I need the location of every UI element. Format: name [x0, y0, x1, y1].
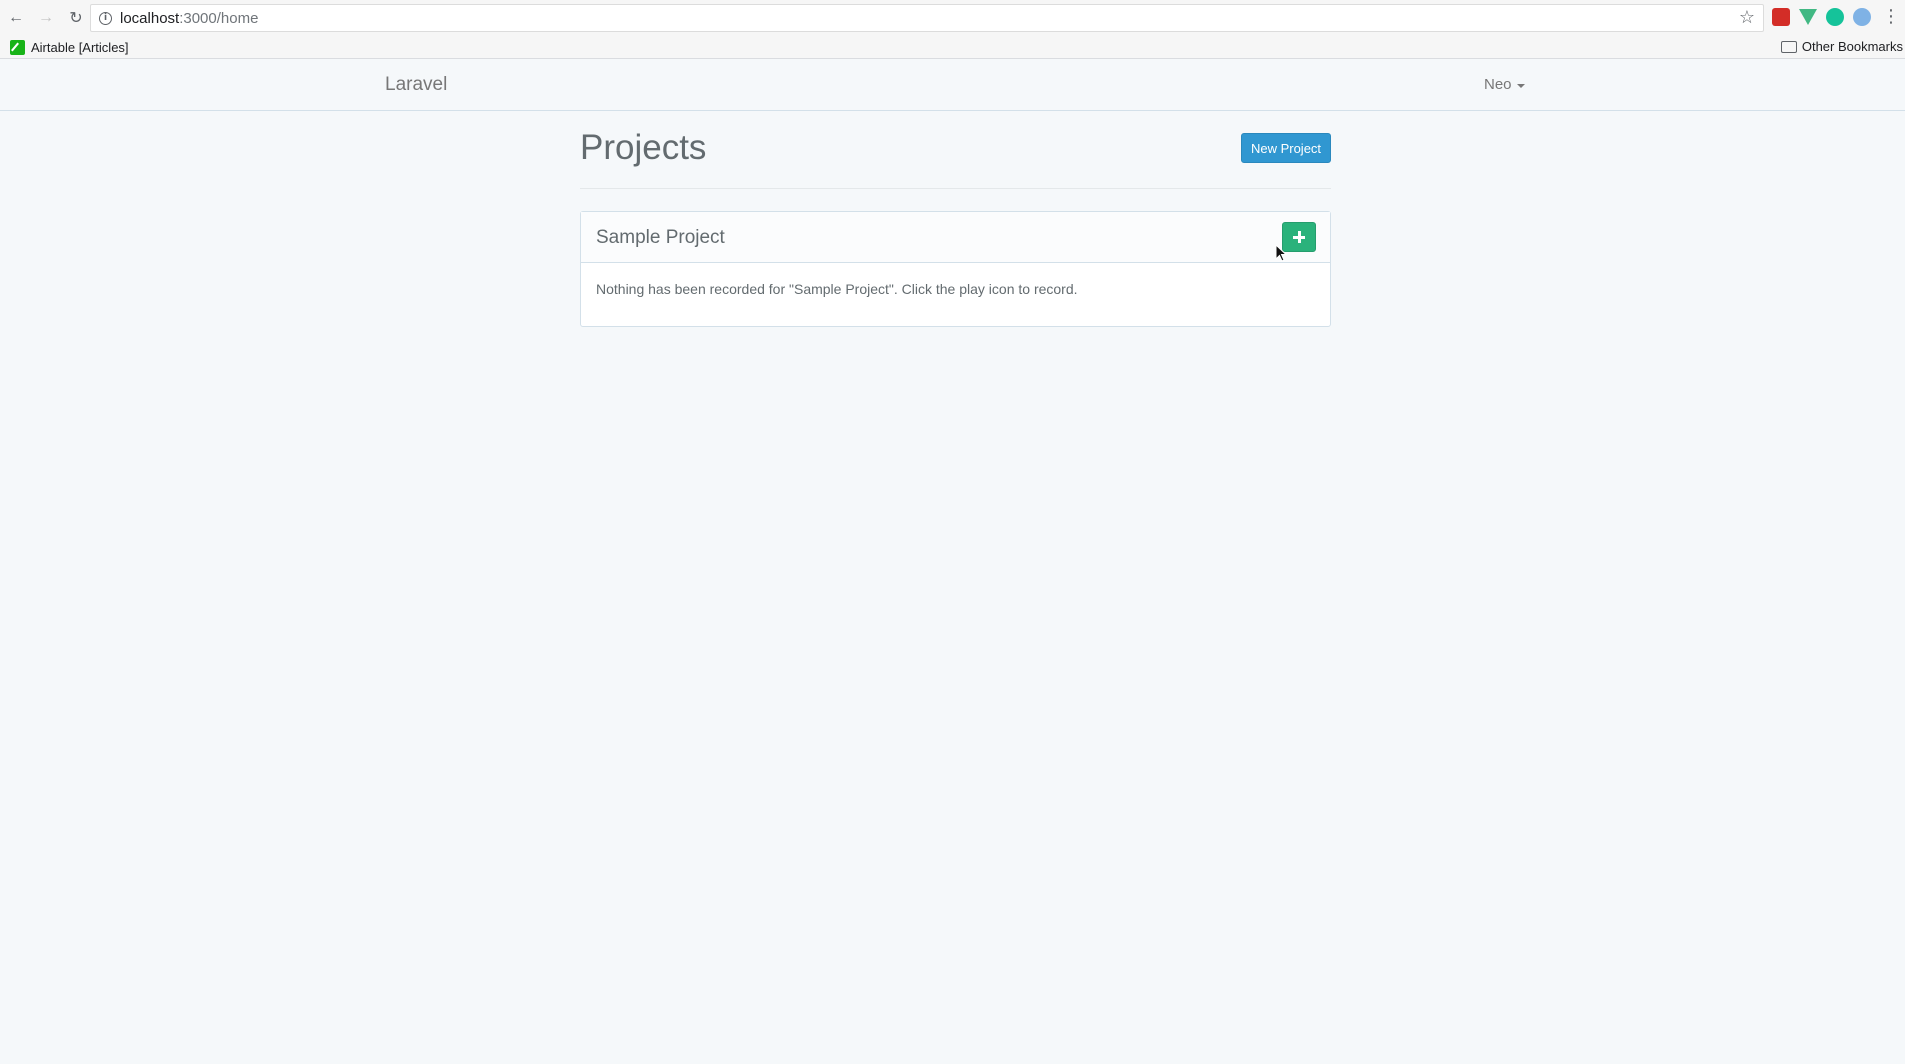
bookmark-star-icon[interactable]: ☆ [1739, 7, 1755, 28]
reload-icon: ↻ [69, 10, 83, 27]
browser-menu-icon[interactable]: ⋮ [1882, 8, 1900, 26]
folder-icon [1780, 40, 1797, 53]
back-button[interactable]: ← [2, 4, 30, 32]
user-name: Neo [1484, 76, 1512, 93]
page-title: Projects [580, 128, 707, 167]
new-project-button[interactable]: New Project [1241, 133, 1331, 163]
bookmark-airtable[interactable]: Airtable [Articles] [10, 39, 129, 55]
airtable-icon [10, 39, 25, 55]
brand-link[interactable]: Laravel [385, 74, 447, 96]
grammarly-icon[interactable] [1826, 8, 1844, 26]
address-bar[interactable]: i localhost:3000/home ☆ [90, 4, 1764, 32]
reload-button[interactable]: ↻ [62, 4, 90, 32]
divider [580, 188, 1331, 189]
bookmarks-bar: Airtable [Articles] Other Bookmarks [0, 36, 1905, 59]
browser-toolbar: ← → ↻ i localhost:3000/home ☆ ⋮ [0, 0, 1905, 36]
forward-arrow-icon: → [38, 9, 54, 26]
project-name: Sample Project [596, 227, 725, 248]
globe-extension-icon[interactable] [1853, 8, 1871, 26]
url-host: localhost [120, 9, 180, 27]
lastpass-icon[interactable] [1772, 8, 1790, 26]
user-dropdown-toggle[interactable]: Neo [1484, 76, 1525, 93]
url-path: :3000/home [179, 9, 259, 27]
other-bookmarks[interactable]: Other Bookmarks [1780, 39, 1903, 54]
other-bookmarks-label: Other Bookmarks [1801, 39, 1903, 54]
site-info-icon[interactable]: i [99, 11, 112, 25]
project-panel: Sample Project Nothing has been recorded… [580, 211, 1331, 327]
empty-state-message: Nothing has been recorded for "Sample Pr… [596, 281, 1078, 297]
back-arrow-icon: ← [8, 9, 24, 26]
extensions-area: ⋮ [1772, 8, 1900, 26]
forward-button[interactable]: → [32, 4, 60, 32]
project-panel-body: Nothing has been recorded for "Sample Pr… [581, 263, 1330, 315]
app-navbar: Laravel Neo [0, 59, 1905, 111]
caret-down-icon [1516, 83, 1525, 88]
project-panel-heading: Sample Project [581, 212, 1330, 263]
bookmark-label: Airtable [Articles] [31, 39, 129, 55]
vue-devtools-icon[interactable] [1799, 9, 1817, 25]
plus-icon [1293, 231, 1305, 243]
